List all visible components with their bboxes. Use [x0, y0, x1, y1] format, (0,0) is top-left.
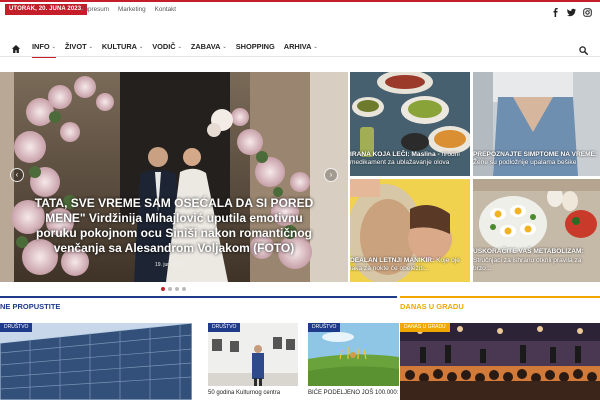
article-tile[interactable]: PREPOZNAJTE SIMPTOME NA VREME: Žene su p…	[473, 72, 600, 176]
nav-item-label: ZABAVA	[190, 42, 221, 51]
slider-dot[interactable]	[182, 287, 186, 291]
article-image	[308, 323, 399, 386]
nav-divider	[0, 56, 600, 57]
article-card[interactable]: DRUŠTVO	[308, 323, 399, 386]
article-tile[interactable]: USKORAČITE VAŠ METABOLIZAM: Stručnjaci z…	[473, 179, 600, 282]
home-icon[interactable]	[11, 41, 21, 53]
section-title-ne-propustite[interactable]: NE PROPUSTITE	[0, 302, 60, 312]
instagram-icon[interactable]	[583, 4, 592, 17]
hero-caption[interactable]: TATA, SVE VREME SAM OSEĆALA DA SI PORED …	[24, 196, 324, 256]
chevron-down-icon: ⌄	[88, 44, 93, 50]
article-image	[0, 323, 192, 400]
article-title[interactable]: BIĆE PODELJENO JOŠ 100.000:	[308, 389, 398, 397]
category-badge[interactable]: DRUŠTVO	[308, 323, 341, 332]
article-caption: USKORAČITE VAŠ METABOLIZAM: Stručnjaci z…	[473, 248, 598, 274]
nav-item-vodic[interactable]: VODIČ ⌄	[152, 38, 182, 57]
nav-item-label: VODIČ	[152, 42, 176, 51]
slider-dot[interactable]	[168, 287, 172, 291]
article-image	[208, 323, 298, 386]
nav-item-info[interactable]: INFO ⌄	[32, 38, 56, 58]
caption-bold: DEALAN LETNJI MANIKIR:	[350, 256, 435, 264]
nav-item-label: ARHIVA	[283, 42, 312, 51]
nav-item-label: KULTURA	[101, 42, 137, 51]
caption-rest: Žene su podložnije upalama bešike	[473, 159, 577, 167]
caption-bold: PREPOZNAJTE SIMPTOME NA VREME:	[473, 150, 598, 158]
article-card[interactable]: DRUŠTVO	[208, 323, 298, 386]
nav-item-label: SHOPPING	[235, 42, 275, 51]
main-nav: INFO ⌄ ŽIVOT ⌄ KULTURA ⌄ VODIČ ⌄ ZABAVA ⌄ SHO…	[0, 38, 600, 58]
nav-item-arhiva[interactable]: ARHIVA ⌄	[284, 38, 318, 57]
nav-menu: INFO ⌄ ŽIVOT ⌄ KULTURA ⌄ VODIČ ⌄ ZABAVA ⌄ SHO…	[32, 38, 327, 58]
nav-item-zabava[interactable]: ZABAVA ⌄	[191, 38, 227, 57]
chevron-down-icon: ⌄	[51, 44, 56, 50]
caption-rest: Stručnjaci za ishranu otkrili pravila za…	[473, 256, 582, 273]
facebook-icon[interactable]	[551, 4, 560, 17]
caption-bold: USKORAČITE VAŠ METABOLIZAM:	[473, 248, 584, 256]
nav-item-shopping[interactable]: SHOPPING	[236, 38, 275, 57]
category-badge[interactable]: DRUŠTVO	[0, 323, 33, 332]
top-links: Impresum Marketing Kontakt	[81, 5, 176, 15]
section-bar-ne-propustite	[0, 296, 397, 298]
article-title[interactable]: 50 godina Kulturnog centra	[208, 389, 280, 397]
article-caption: IRANA KOJA LEČI: Maslina - rirodni medik…	[350, 151, 468, 168]
category-badge[interactable]: DANAS U GRADU	[400, 323, 450, 332]
chevron-down-icon: ⌄	[222, 44, 227, 50]
hero-date: 19. jun 2023.	[155, 262, 184, 268]
chevron-down-icon: ⌄	[139, 44, 144, 50]
date-badge: UTORAK, 20. JUNA 2023.	[5, 4, 87, 15]
caption-bold: IRANA KOJA LEČI: Maslina -	[350, 150, 440, 158]
twitter-icon[interactable]	[567, 4, 576, 17]
article-caption: DEALAN LETNJI MANIKIR: Koje oje laka za …	[350, 257, 468, 274]
top-bar: UTORAK, 20. JUNA 2023. Impresum Marketin…	[0, 0, 600, 17]
article-image	[400, 323, 600, 400]
chevron-down-icon: ⌄	[177, 44, 182, 50]
slider-dot[interactable]	[175, 287, 179, 291]
article-card[interactable]: DANAS U GRADU	[400, 323, 600, 400]
chevron-down-icon: ⌄	[313, 44, 318, 50]
slider-dot[interactable]	[161, 287, 165, 291]
article-caption: PREPOZNAJTE SIMPTOME NA VREME: Žene su p…	[473, 151, 598, 168]
nav-item-kultura[interactable]: KULTURA ⌄	[102, 38, 143, 57]
article-tile[interactable]: DEALAN LETNJI MANIKIR: Koje oje laka za …	[350, 179, 470, 282]
nav-item-label: ŽIVOT	[64, 42, 87, 51]
slider-prev-button[interactable]: ‹	[10, 168, 24, 182]
slider-next-button[interactable]: ›	[324, 168, 338, 182]
top-link-marketing[interactable]: Marketing	[118, 5, 146, 15]
top-link-impresum[interactable]: Impresum	[81, 5, 109, 15]
top-link-kontakt[interactable]: Kontakt	[155, 5, 176, 15]
nav-item-zivot[interactable]: ŽIVOT ⌄	[65, 38, 93, 57]
social-links	[551, 4, 592, 17]
slider-dots	[161, 287, 186, 291]
section-bar-danas-u-gradu	[400, 296, 600, 298]
search-icon[interactable]	[579, 42, 588, 55]
article-card[interactable]: DRUŠTVO	[0, 323, 192, 400]
article-tile[interactable]: IRANA KOJA LEČI: Maslina - rirodni medik…	[350, 72, 470, 176]
section-title-danas-u-gradu[interactable]: DANAS U GRADU	[400, 302, 464, 312]
nav-item-label: INFO	[32, 42, 50, 51]
category-badge[interactable]: DRUŠTVO	[208, 323, 241, 332]
